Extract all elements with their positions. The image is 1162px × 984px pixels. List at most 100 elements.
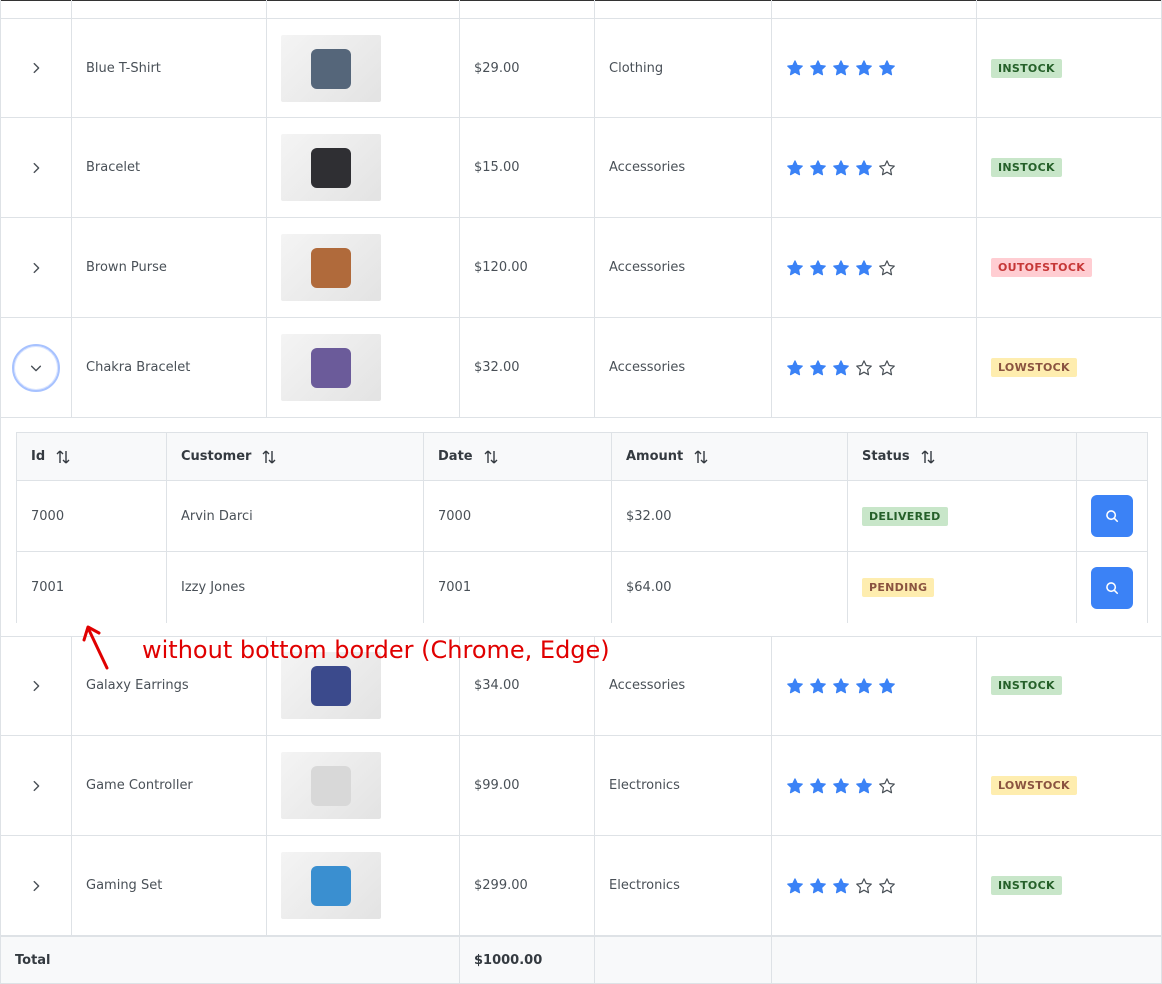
product-category: Accessories: [595, 636, 772, 735]
rating[interactable]: [786, 159, 896, 177]
product-category: Accessories: [595, 318, 772, 417]
star-filled-icon[interactable]: [786, 677, 804, 695]
product-name: Game Controller: [72, 736, 267, 835]
star-filled-icon[interactable]: [855, 677, 873, 695]
rating[interactable]: [786, 59, 896, 77]
view-order-button[interactable]: [1091, 495, 1133, 537]
order-date: 7000: [424, 481, 612, 551]
search-icon: [1106, 581, 1119, 594]
star-filled-icon[interactable]: [832, 677, 850, 695]
cell: [72, 0, 267, 18]
status-badge: OUTOFSTOCK: [991, 258, 1093, 277]
star-filled-icon[interactable]: [855, 159, 873, 177]
star-filled-icon[interactable]: [786, 259, 804, 277]
table-row: Chakra Bracelet $32.00 Accessories LOWSTOCK: [0, 318, 1162, 418]
status-badge: INSTOCK: [991, 676, 1062, 695]
order-actions: [1077, 552, 1147, 623]
rating[interactable]: [786, 359, 896, 377]
image-cell: [267, 19, 460, 117]
product-image: [281, 334, 381, 401]
row-expand-button[interactable]: [21, 771, 51, 801]
star-filled-icon[interactable]: [809, 359, 827, 377]
status-badge: INSTOCK: [991, 158, 1062, 177]
table-row: Bracelet $15.00 Accessories INSTOCK: [0, 118, 1162, 218]
product-price: $299.00: [460, 836, 595, 935]
star-filled-icon[interactable]: [855, 777, 873, 795]
footer-cell: [772, 937, 977, 983]
star-empty-icon[interactable]: [878, 877, 896, 895]
star-filled-icon[interactable]: [809, 259, 827, 277]
header-label: Customer: [181, 449, 252, 464]
cell: [595, 0, 772, 18]
star-filled-icon[interactable]: [832, 259, 850, 277]
star-empty-icon[interactable]: [878, 359, 896, 377]
star-filled-icon[interactable]: [832, 359, 850, 377]
view-order-button[interactable]: [1091, 566, 1133, 609]
order-status-cell: DELIVERED: [848, 481, 1077, 551]
star-filled-icon[interactable]: [832, 777, 850, 795]
product-image: [281, 234, 381, 301]
status-cell: INSTOCK: [977, 19, 1162, 117]
star-filled-icon[interactable]: [809, 159, 827, 177]
column-header-date[interactable]: Date: [424, 433, 612, 480]
row-expand-button[interactable]: [21, 153, 51, 183]
product-name: Blue T-Shirt: [72, 19, 267, 117]
star-filled-icon[interactable]: [809, 59, 827, 77]
sort-icon: [484, 450, 498, 463]
star-empty-icon[interactable]: [855, 359, 873, 377]
star-filled-icon[interactable]: [855, 59, 873, 77]
star-filled-icon[interactable]: [878, 59, 896, 77]
product-name: Chakra Bracelet: [72, 318, 267, 417]
rating[interactable]: [786, 259, 896, 277]
star-filled-icon[interactable]: [832, 59, 850, 77]
star-empty-icon[interactable]: [878, 777, 896, 795]
star-filled-icon[interactable]: [786, 359, 804, 377]
product-price: $32.00: [460, 318, 595, 417]
row-collapse-button[interactable]: [12, 343, 60, 392]
rating[interactable]: [786, 777, 896, 795]
row-expand-button[interactable]: [21, 53, 51, 83]
star-filled-icon[interactable]: [832, 877, 850, 895]
column-header-customer[interactable]: Customer: [167, 433, 424, 480]
row-expand-button[interactable]: [21, 871, 51, 901]
star-filled-icon[interactable]: [786, 59, 804, 77]
status-cell: LOWSTOCK: [977, 736, 1162, 835]
row-expand-button[interactable]: [21, 671, 51, 701]
header-label: Status: [862, 449, 910, 464]
column-header-amount[interactable]: Amount: [612, 433, 848, 480]
star-filled-icon[interactable]: [786, 159, 804, 177]
row-expand-button[interactable]: [21, 253, 51, 283]
status-cell: OUTOFSTOCK: [977, 218, 1162, 317]
rating-cell: [772, 118, 977, 217]
status-badge: LOWSTOCK: [991, 358, 1077, 377]
expander-cell: [0, 118, 72, 217]
star-filled-icon[interactable]: [809, 877, 827, 895]
rating-cell: [772, 636, 977, 735]
star-filled-icon[interactable]: [786, 777, 804, 795]
orders-table-header: Id Customer Date Amount Status: [17, 433, 1147, 481]
order-customer: Izzy Jones: [167, 552, 424, 623]
product-category: Electronics: [595, 836, 772, 935]
star-filled-icon[interactable]: [832, 159, 850, 177]
column-header-status[interactable]: Status: [848, 433, 1077, 480]
order-status-cell: PENDING: [848, 552, 1077, 623]
product-name: Brown Purse: [72, 218, 267, 317]
product-image: [281, 752, 381, 819]
star-filled-icon[interactable]: [809, 777, 827, 795]
star-filled-icon[interactable]: [786, 877, 804, 895]
row-expansion: Id Customer Date Amount Status 7000 Arvi…: [0, 418, 1162, 637]
rating[interactable]: [786, 677, 896, 695]
star-filled-icon[interactable]: [855, 259, 873, 277]
star-empty-icon[interactable]: [878, 159, 896, 177]
star-filled-icon[interactable]: [809, 677, 827, 695]
star-filled-icon[interactable]: [878, 677, 896, 695]
star-empty-icon[interactable]: [855, 877, 873, 895]
column-header-id[interactable]: Id: [17, 433, 167, 480]
rating[interactable]: [786, 877, 896, 895]
footer-total: $1000.00: [460, 937, 595, 983]
cell: [977, 0, 1162, 18]
sort-icon: [262, 450, 276, 463]
order-actions: [1077, 481, 1147, 551]
star-empty-icon[interactable]: [878, 259, 896, 277]
sort-icon: [921, 450, 935, 463]
